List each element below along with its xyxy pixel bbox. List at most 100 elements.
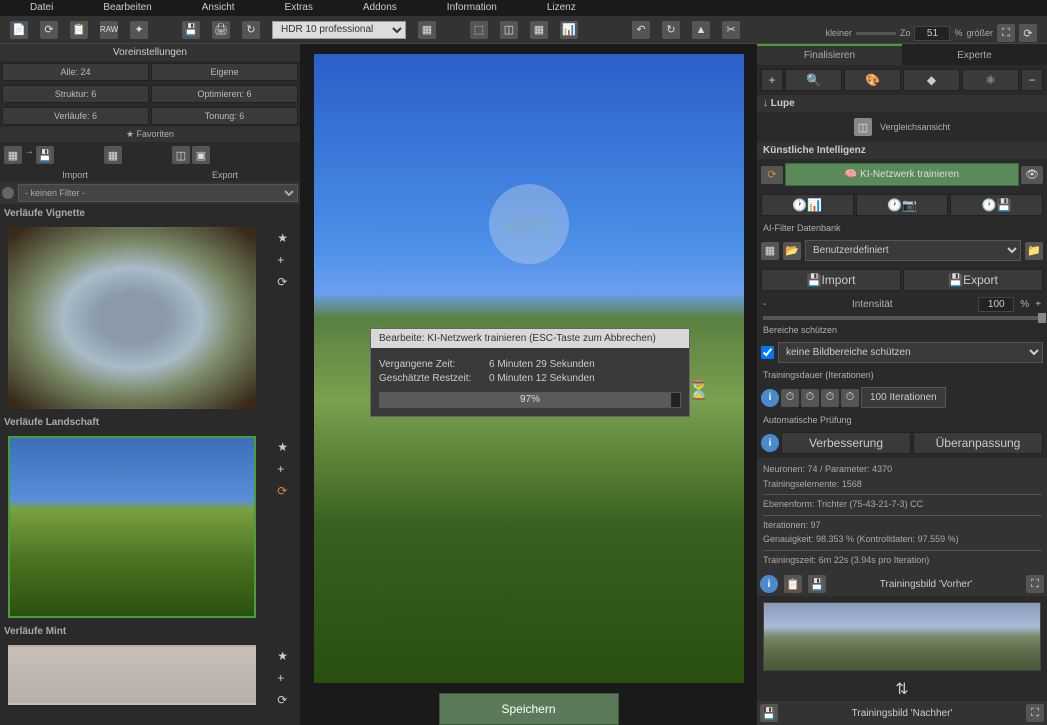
star-icon[interactable]: ★ (277, 440, 288, 454)
redo2-icon[interactable]: ↻ (662, 21, 680, 39)
db-import-btn[interactable]: 💾 Import (761, 269, 901, 291)
panel-icon[interactable]: ◫ (172, 146, 190, 164)
info2-icon[interactable]: i (761, 434, 779, 452)
preset-item-vignette[interactable]: ★ + ⟳ (0, 223, 300, 413)
mirror-icon[interactable]: ▲ (692, 21, 710, 39)
save3-icon[interactable]: 💾 (808, 575, 826, 593)
clipboard-icon[interactable]: 📋 (784, 575, 802, 593)
clock-cam-btn[interactable]: 🕐📷 (856, 194, 949, 216)
menu-information[interactable]: Information (447, 2, 497, 14)
zoom-larger-label[interactable]: größer (966, 28, 993, 38)
folder-icon[interactable]: 📁 (1025, 242, 1043, 260)
star-icon[interactable]: ★ (277, 231, 288, 245)
timer4-icon[interactable]: ⏱ (841, 389, 859, 407)
expand-icon[interactable]: ⛶ (1026, 575, 1044, 593)
add-button[interactable]: + (761, 69, 783, 91)
menu-ansicht[interactable]: Ansicht (202, 2, 235, 14)
ki-eye-icon[interactable]: 👁 (1021, 166, 1043, 184)
info3-icon[interactable]: i (760, 575, 778, 593)
refresh-icon[interactable]: ⟳ (1019, 24, 1037, 42)
grid-icon[interactable]: ▦ (530, 21, 548, 39)
btn-toning[interactable]: Tonung: 6 (151, 107, 298, 125)
histogram-icon[interactable]: 📊 (560, 21, 578, 39)
filter-select[interactable]: - keinen Filter - (18, 184, 298, 202)
db-open-icon[interactable]: 📂 (783, 242, 801, 260)
new-icon[interactable]: 📄 (10, 21, 28, 39)
preset-thumb-2[interactable] (8, 436, 256, 618)
layers-icon[interactable]: ▦ (418, 21, 436, 39)
grid2-icon[interactable]: ▦ (104, 146, 122, 164)
search-button[interactable]: 🔍 (785, 69, 842, 91)
tab-experte[interactable]: Experte (902, 44, 1047, 65)
intensity-slider[interactable] (763, 316, 1041, 320)
btn-own[interactable]: Eigene (151, 63, 298, 81)
menu-addons[interactable]: Addons (363, 2, 397, 14)
save2-icon[interactable]: 💾 (36, 146, 54, 164)
panel2-icon[interactable]: ▣ (192, 146, 210, 164)
menu-lizenz[interactable]: Lizenz (547, 2, 576, 14)
timer3-icon[interactable]: ⏱ (821, 389, 839, 407)
iterations-button[interactable]: 100 Iterationen (861, 387, 946, 408)
preset-item-landscape[interactable]: ★ + ⟳ (0, 432, 300, 622)
minus-button[interactable]: − (1021, 69, 1043, 91)
save-button[interactable]: Speichern (439, 693, 619, 725)
undo2-icon[interactable]: ↶ (632, 21, 650, 39)
save4-icon[interactable]: 💾 (760, 704, 778, 722)
btn-gradients[interactable]: Verläufe: 6 (2, 107, 149, 125)
refresh-preset-icon[interactable]: ⟳ (277, 484, 288, 498)
timer2-icon[interactable]: ⏱ (801, 389, 819, 407)
protect-checkbox[interactable] (761, 346, 774, 359)
protect-select[interactable]: keine Bildbereiche schützen (778, 342, 1043, 363)
print-icon[interactable]: 🖨 (212, 21, 230, 39)
zoom-slider[interactable] (856, 32, 896, 35)
color-wheel-button[interactable]: 🎨 (844, 69, 901, 91)
zoom-smaller-label[interactable]: kleiner (825, 28, 852, 38)
db-grid-icon[interactable]: ▦ (761, 242, 779, 260)
zoom-value[interactable]: 51 (914, 26, 950, 41)
plus-icon[interactable]: + (277, 253, 288, 267)
refresh-preset-icon[interactable]: ⟳ (277, 693, 288, 707)
intensity-value[interactable]: 100 (978, 297, 1014, 312)
clock-chart-btn[interactable]: 🕐📊 (761, 194, 854, 216)
export-label[interactable]: Export (150, 168, 300, 182)
clock-save-btn[interactable]: 🕐💾 (950, 194, 1043, 216)
cube-button[interactable]: ◆ (903, 69, 960, 91)
improve-button[interactable]: Verbesserung (781, 432, 911, 454)
preset-thumb-3[interactable] (8, 645, 256, 705)
menu-bearbeiten[interactable]: Bearbeiten (103, 2, 151, 14)
crop-icon[interactable]: ⬚ (470, 21, 488, 39)
plus-icon[interactable]: + (277, 462, 288, 476)
settings-icon[interactable]: ✦ (130, 21, 148, 39)
crop2-icon[interactable]: ✂ (722, 21, 740, 39)
info-icon[interactable]: i (761, 389, 779, 407)
expand2-icon[interactable]: ⛶ (1026, 704, 1044, 722)
compare-icon[interactable]: ◫ (500, 21, 518, 39)
copy-icon[interactable]: 📋 (70, 21, 88, 39)
grid-view-icon[interactable]: ▦ (4, 146, 22, 164)
btn-optimize[interactable]: Optimieren: 6 (151, 85, 298, 103)
lupe-section[interactable]: ↓ Lupe (757, 95, 1047, 112)
ki-train-button[interactable]: 🧠 KI-Netzwerk trainieren (785, 163, 1019, 186)
preset-item-mint[interactable]: ★ + ⟳ (0, 641, 300, 709)
raw-icon[interactable]: RAW (100, 21, 118, 39)
swap-icon[interactable]: ⇅ (757, 677, 1047, 701)
favorites-row[interactable]: ★ Favoriten (0, 127, 300, 142)
reload-icon[interactable]: ⟳ (40, 21, 58, 39)
db-export-btn[interactable]: 💾 Export (903, 269, 1043, 291)
preset-list[interactable]: Verläufe Vignette ★ + ⟳ Verläufe Landsch… (0, 204, 300, 725)
overfit-button[interactable]: Überanpassung (913, 432, 1043, 454)
ki-refresh-icon[interactable]: ⟳ (761, 166, 783, 184)
minus-label[interactable]: - (763, 299, 766, 310)
save-icon[interactable]: 💾 (182, 21, 200, 39)
preset-thumb-1[interactable] (8, 227, 256, 409)
menu-datei[interactable]: Datei (30, 2, 53, 14)
preset-select[interactable]: HDR 10 professional (272, 21, 406, 39)
plus-icon[interactable]: + (277, 671, 288, 685)
star-icon[interactable]: ★ (277, 649, 288, 663)
filter-dot-icon[interactable] (2, 187, 14, 199)
training-image-before[interactable] (763, 602, 1041, 671)
compare-icon[interactable]: ◫ (854, 118, 872, 136)
timer1-icon[interactable]: ⏱ (781, 389, 799, 407)
db-select[interactable]: Benutzerdefiniert (805, 240, 1021, 261)
btn-structure[interactable]: Struktur: 6 (2, 85, 149, 103)
